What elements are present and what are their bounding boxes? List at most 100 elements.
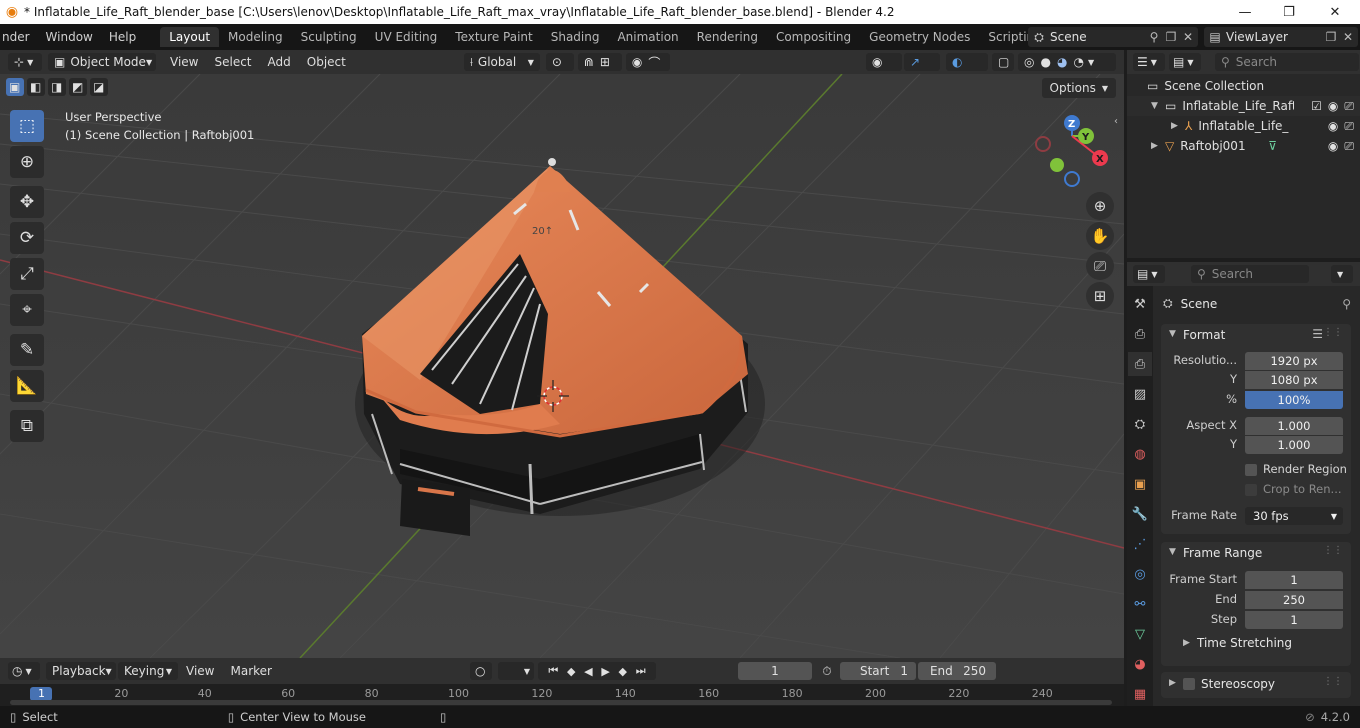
timeline-menu-marker[interactable]: Marker: [222, 664, 279, 678]
minimize-button[interactable]: —: [1222, 0, 1268, 24]
select-invert-icon[interactable]: ◩: [69, 78, 87, 96]
auto-keying-toggle[interactable]: ○: [469, 662, 492, 680]
xray-toggle[interactable]: ▢: [992, 53, 1014, 71]
visibility-dropdown[interactable]: ◉: [866, 53, 902, 71]
chevron-down-icon[interactable]: ▼: [1088, 58, 1094, 67]
checkbox-icon[interactable]: ☑: [1311, 99, 1322, 113]
move-tool-icon[interactable]: ✥: [10, 186, 44, 218]
playback-dropdown[interactable]: Playback ▼: [46, 662, 116, 680]
tab-uv-editing[interactable]: UV Editing: [366, 27, 447, 47]
outliner-row-scene-collection[interactable]: ▭ Scene Collection: [1127, 76, 1360, 96]
select-extend-icon[interactable]: ◧: [27, 78, 45, 96]
delete-viewlayer-icon[interactable]: ✕: [1340, 30, 1356, 44]
viewlayer-selector[interactable]: ▤ ViewLayer ❐ ✕: [1204, 27, 1358, 47]
properties-editor-type[interactable]: ▤ ▼: [1133, 265, 1165, 283]
select-box-tool-icon[interactable]: ⬚: [10, 110, 44, 142]
frame-start-field[interactable]: 1: [1245, 571, 1343, 589]
camera-icon[interactable]: ⎚: [1344, 139, 1354, 154]
frame-rate-dropdown[interactable]: 30 fps ▼: [1245, 507, 1343, 525]
drag-handle-icon[interactable]: ⋮⋮: [1323, 327, 1343, 338]
frame-end-field[interactable]: 250: [1245, 591, 1343, 609]
outliner-row-raft-collection[interactable]: ▼ ▭ Inflatable_Life_Raft ☑ ◉ ⎚: [1127, 96, 1360, 116]
jump-end-icon[interactable]: ⏭: [636, 664, 646, 678]
format-title[interactable]: Format: [1183, 328, 1225, 342]
solid-shading-icon[interactable]: ●: [1040, 55, 1050, 69]
close-button[interactable]: ✕: [1312, 0, 1358, 24]
time-stretching-subpanel[interactable]: Time Stretching: [1197, 636, 1292, 650]
camera-icon[interactable]: ⎚: [1344, 99, 1354, 114]
viewport-menu-view[interactable]: View: [162, 55, 206, 69]
chevron-right-icon[interactable]: ▶: [1183, 638, 1190, 648]
outliner-row-inflatable-empty[interactable]: ▶ ⅄ Inflatable_Life_ ◉ ⎚: [1127, 116, 1360, 136]
viewport-menu-object[interactable]: Object: [299, 55, 354, 69]
snap-toggle[interactable]: ⋒ ⊞: [577, 53, 622, 71]
chevron-right-icon[interactable]: ▶: [1151, 141, 1165, 151]
aspect-y-field[interactable]: 1.000: [1245, 436, 1343, 454]
transform-tool-icon[interactable]: ⌖: [10, 294, 44, 326]
prev-keyframe-icon[interactable]: ◆: [567, 665, 575, 678]
sidebar-toggle-icon[interactable]: ‹: [1114, 116, 1118, 127]
select-subtract-icon[interactable]: ◨: [48, 78, 66, 96]
current-frame-field[interactable]: 1: [737, 662, 812, 680]
chevron-down-icon[interactable]: ▼: [1169, 329, 1176, 339]
start-frame-field[interactable]: Start 1: [839, 662, 916, 680]
aspect-x-field[interactable]: 1.000: [1245, 417, 1343, 435]
mode-dropdown[interactable]: ▣ Object Mode ▼: [48, 53, 156, 71]
viewport-menu-add[interactable]: Add: [260, 55, 299, 69]
crop-checkbox[interactable]: Crop to Ren...: [1245, 482, 1342, 496]
new-scene-icon[interactable]: ❐: [1162, 30, 1180, 44]
perspective-toggle-icon[interactable]: ⊞: [1086, 282, 1114, 310]
new-viewlayer-icon[interactable]: ❐: [1322, 30, 1340, 44]
pin-icon[interactable]: ⚲: [1146, 30, 1162, 44]
play-icon[interactable]: ▶: [601, 665, 609, 678]
menu-window[interactable]: Window: [38, 30, 101, 44]
tab-geometry-nodes[interactable]: Geometry Nodes: [860, 27, 979, 47]
wireframe-shading-icon[interactable]: ◎: [1024, 55, 1034, 69]
physics-tab-icon[interactable]: ◎: [1128, 562, 1152, 586]
display-mode-dropdown[interactable]: ▤ ▼: [1169, 53, 1201, 71]
tab-texture-paint[interactable]: Texture Paint: [446, 27, 541, 47]
eye-icon[interactable]: ◉: [1328, 139, 1338, 153]
presets-list-icon[interactable]: ☰: [1312, 327, 1323, 341]
object-tab-icon[interactable]: ▣: [1128, 472, 1152, 496]
constraints-tab-icon[interactable]: ⚯: [1128, 592, 1152, 616]
render-tab-icon[interactable]: ⎙: [1128, 322, 1152, 346]
frame-step-field[interactable]: 1: [1245, 611, 1343, 629]
properties-options-dropdown[interactable]: ▼: [1331, 265, 1353, 283]
view-layer-tab-icon[interactable]: ▨: [1128, 382, 1152, 406]
keying-dropdown[interactable]: Keying ▼: [118, 662, 178, 680]
scene-selector[interactable]: ⛭ Scene ⚲ ❐ ✕: [1028, 27, 1198, 47]
particles-tab-icon[interactable]: ⋰: [1128, 532, 1152, 556]
viewport-menu-select[interactable]: Select: [206, 55, 259, 69]
shading-modes[interactable]: ◎ ● ◕ ◔ ▼: [1018, 53, 1116, 71]
play-reverse-icon[interactable]: ◀: [584, 665, 592, 678]
rotate-tool-icon[interactable]: ⟳: [10, 222, 44, 254]
tab-modeling[interactable]: Modeling: [219, 27, 292, 47]
tab-sculpting[interactable]: Sculpting: [292, 27, 366, 47]
stereoscopy-title[interactable]: Stereoscopy: [1201, 677, 1275, 691]
jump-start-icon[interactable]: ⏮: [548, 664, 558, 678]
render-region-checkbox[interactable]: Render Region: [1245, 462, 1347, 476]
timeline-scrollbar[interactable]: [10, 700, 1112, 705]
editor-type-dropdown[interactable]: ⊹ ▼: [8, 53, 42, 71]
tab-rendering[interactable]: Rendering: [688, 27, 767, 47]
resolution-x-field[interactable]: 1920 px: [1245, 352, 1343, 370]
world-tab-icon[interactable]: ◍: [1128, 442, 1152, 466]
stereoscopy-checkbox[interactable]: [1183, 678, 1195, 690]
options-dropdown[interactable]: Options ▼: [1041, 78, 1116, 98]
pan-hand-icon[interactable]: ✋: [1086, 222, 1114, 250]
outliner-search-input[interactable]: ⚲ Search: [1215, 53, 1359, 71]
data-tab-icon[interactable]: ▽: [1128, 622, 1152, 646]
rendered-shading-icon[interactable]: ◔: [1073, 55, 1083, 69]
properties-search-input[interactable]: ⚲ Search: [1191, 265, 1309, 283]
scale-tool-icon[interactable]: ⤢: [10, 258, 44, 290]
keying-set-dropdown[interactable]: ▼: [497, 662, 534, 680]
outliner-editor-type[interactable]: ☰ ▼: [1133, 53, 1165, 71]
scene-tab-icon[interactable]: ⛭: [1128, 412, 1152, 436]
measure-tool-icon[interactable]: 📐: [10, 370, 44, 402]
maximize-button[interactable]: ❐: [1266, 0, 1312, 24]
3d-viewport[interactable]: 20↑ Z Y X ▣ ◧ ◨ ◩ ◪ User Perspective (1)…: [0, 74, 1124, 658]
drag-handle-icon[interactable]: ⋮⋮: [1323, 545, 1343, 556]
outliner-row-raftobj001[interactable]: ▶ ▽ Raftobj001 ⊽ ◉ ⎚: [1127, 136, 1360, 156]
cursor-tool-icon[interactable]: ⊕: [10, 146, 44, 178]
